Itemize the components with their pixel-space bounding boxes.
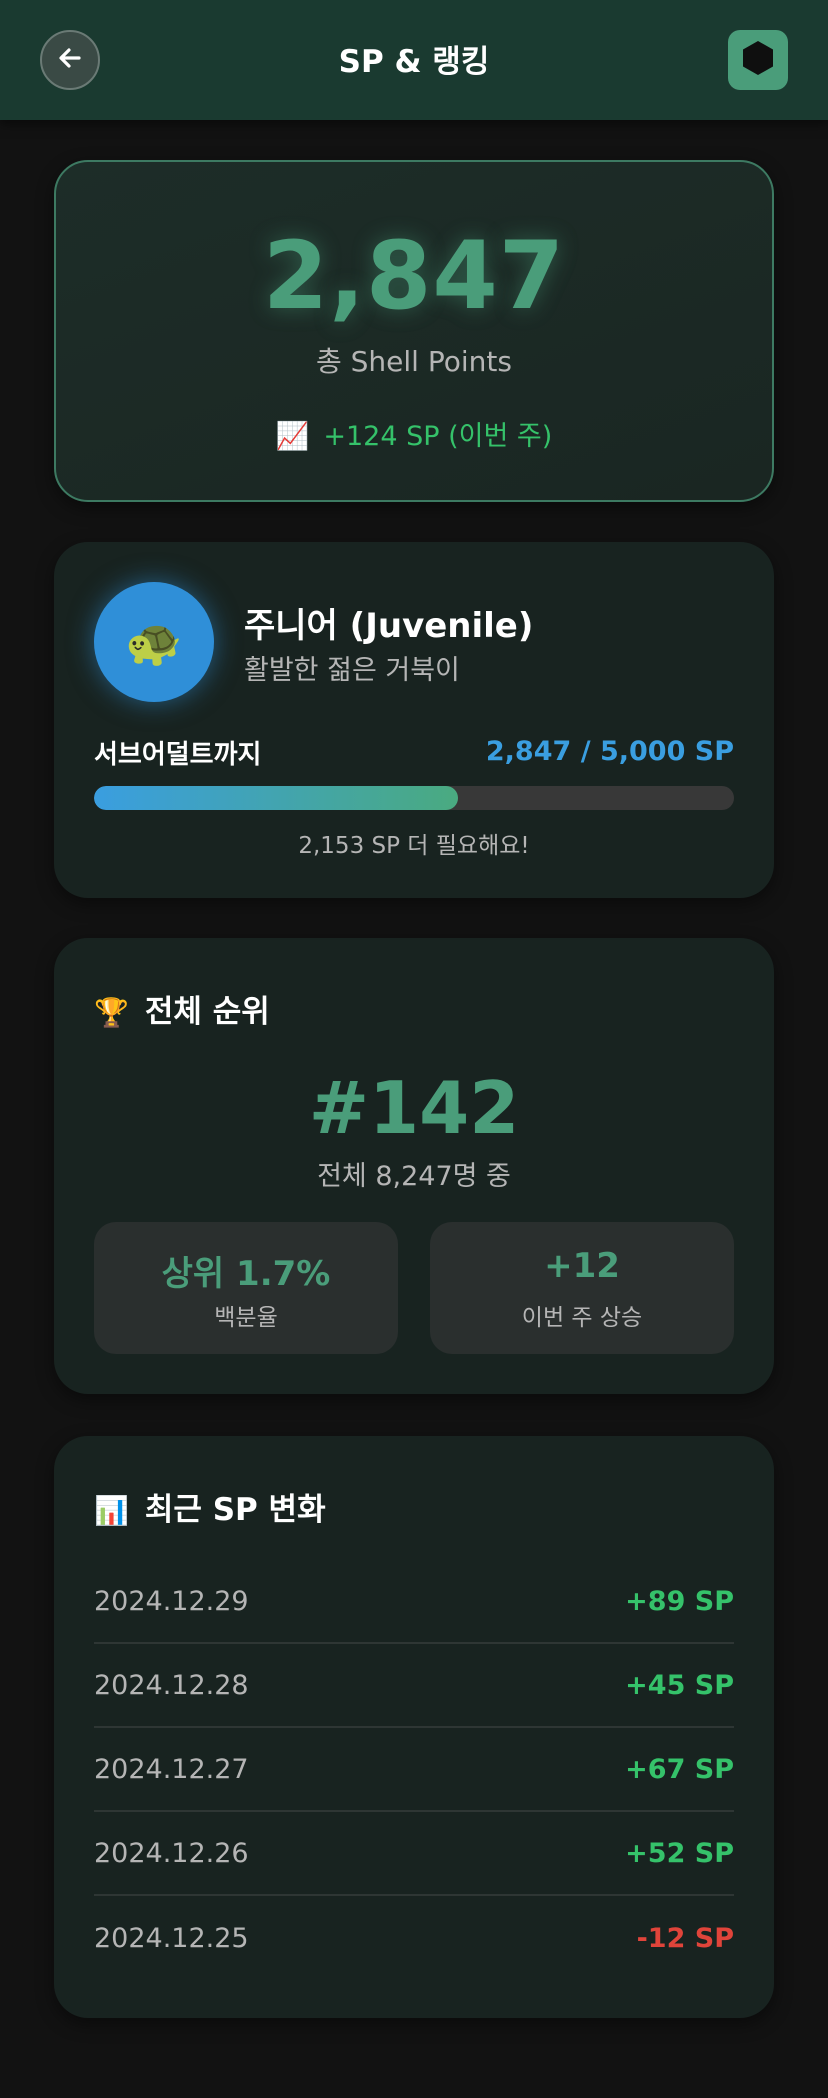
weekly-rise-value: +12 [544,1246,620,1286]
level-description: 활발한 젊은 거북이 [244,655,460,686]
history-amount: +52 SP [625,1837,734,1869]
history-row: 2024.12.25 -12 SP [94,1896,734,1980]
percentile-label: 백분율 [214,1305,278,1331]
history-date: 2024.12.27 [94,1753,249,1785]
level-progress-bar [94,786,734,810]
history-amount: +67 SP [625,1753,734,1785]
total-points-value: 2,847 [262,222,566,331]
history-date: 2024.12.26 [94,1837,249,1869]
history-amount: +89 SP [625,1585,734,1617]
history-row: 2024.12.27 +67 SP [94,1728,734,1812]
history-row: 2024.12.28 +45 SP [94,1644,734,1728]
rank-total: 전체 8,247명 중 [317,1161,511,1192]
history-title: 📊 최근 SP 변화 [94,1484,326,1529]
ranking-title: 🏆 전체 순위 [94,986,270,1031]
history-amount: +45 SP [625,1669,734,1701]
percentile-stat: 상위 1.7% 백분율 [94,1222,398,1354]
rank-value: #142 [308,1066,520,1150]
hexagon-icon [738,38,778,82]
page-title: SP & 랭킹 [338,44,490,80]
remaining-points: 2,153 SP 더 필요해요! [298,833,530,859]
total-points-label: 총 Shell Points [316,345,512,378]
history-row: 2024.12.29 +89 SP [94,1560,734,1644]
weekly-rise-stat: +12 이번 주 상승 [430,1222,734,1354]
ranking-title-text: 전체 순위 [144,994,270,1030]
history-date: 2024.12.29 [94,1585,249,1617]
turtle-avatar: 🐢 [94,582,214,702]
turtle-icon: 🐢 [125,614,183,669]
total-points-card: 2,847 총 Shell Points 📈 +124 SP (이번 주) [54,160,774,502]
level-card: 🐢 주니어 (Juvenile) 활발한 젊은 거북이 서브어덜트까지 2,84… [54,542,774,898]
weekly-gain: 📈 +124 SP (이번 주) [56,414,772,453]
sp-history-card: 📊 최근 SP 변화 2024.12.29 +89 SP 2024.12.28 +… [54,1436,774,2018]
history-date: 2024.12.28 [94,1669,249,1701]
weekly-rise-label: 이번 주 상승 [521,1305,643,1331]
level-progress-fill [94,786,459,810]
history-title-text: 최근 SP 변화 [144,1492,326,1528]
history-date: 2024.12.25 [94,1922,249,1954]
history-row: 2024.12.26 +52 SP [94,1812,734,1896]
next-level-progress: 2,847 / 5,000 SP [485,736,734,767]
app-header: SP & 랭킹 [0,0,828,120]
ranking-card: 🏆 전체 순위 #142 전체 8,247명 중 상위 1.7% 백분율 +12 … [54,938,774,1394]
weekly-gain-text: +124 SP (이번 주) [323,421,553,452]
chart-up-icon: 📈 [275,421,310,452]
trophy-icon: 🏆 [94,996,129,1029]
history-amount: -12 SP [636,1922,734,1954]
percentile-value: 상위 1.7% [161,1254,331,1294]
history-list: 2024.12.29 +89 SP 2024.12.28 +45 SP 2024… [94,1560,734,1980]
bar-chart-icon: 📊 [94,1494,129,1527]
logo-button[interactable] [728,30,788,90]
level-name: 주니어 (Juvenile) [244,606,534,646]
next-level-label: 서브어덜트까지 [94,740,262,770]
